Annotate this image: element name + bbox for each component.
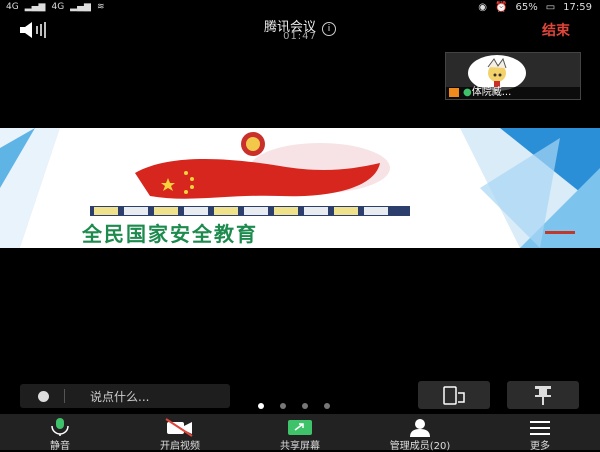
status-right: ◉ ⏰ 65% ▭ 17:59 [478,2,592,13]
signal-bars-icon: ▂▄▆ [70,2,91,12]
signal-2-label: 4G [51,2,65,12]
alarm-icon: ⏰ [495,2,508,13]
mute-button[interactable]: 静音 [5,414,115,452]
pin-icon [535,386,551,405]
page-dot[interactable] [280,403,286,409]
page-indicator [258,403,330,409]
more-icon [530,421,550,435]
meeting-timer: 01:47 [283,31,317,42]
meeting-header: 腾讯会议 i 01:47 结束 [0,16,600,44]
meeting-toolbar: 静音 开启视频 共享屏幕 管理成员(20) 更多 [0,414,600,452]
status-bar: 4G ▂▄▆ 4G ▂▄▆ ≋ ◉ ⏰ 65% ▭ 17:59 [0,0,600,16]
page-dot[interactable] [258,403,264,409]
status-signals: 4G ▂▄▆ 4G ▂▄▆ ≋ [6,2,104,12]
pin-button[interactable] [507,381,579,409]
microphone-icon [51,418,69,436]
chat-input-bar[interactable]: 说点什么... [20,384,230,408]
start-video-button[interactable]: 开启视频 [125,414,235,452]
battery-percent: 65% [515,2,538,13]
page-dot[interactable] [324,403,330,409]
screen-rotate-icon [443,386,465,405]
wifi-icon: ≋ [96,2,105,12]
battery-icon: ▭ [545,2,556,13]
share-screen-button[interactable]: 共享屏幕 [245,414,355,452]
cartoon-avatar-icon [470,56,524,90]
slide-slogan: 全民国家安全教育 [82,222,258,246]
manage-members-button[interactable]: 管理成员(20) [365,414,475,452]
end-meeting-button[interactable]: 结束 [542,20,570,40]
emblem-icon [241,132,265,156]
clock: 17:59 [563,2,592,13]
participant-avatar [468,55,526,91]
participant-video-thumbnail[interactable]: ●体院臧... [445,52,581,100]
presenter-icon [449,88,459,97]
chat-placeholder: 说点什么... [90,390,150,404]
signal-1-label: 4G [6,2,19,12]
divider [64,389,65,403]
share-screen-icon [288,420,312,435]
participant-name-bar: ●体院臧... [446,87,580,99]
members-icon [410,419,430,437]
more-button[interactable]: 更多 [485,414,595,452]
switch-view-button[interactable] [418,381,490,409]
video-off-icon [165,418,193,437]
emoji-icon[interactable] [38,391,49,402]
eye-icon: ◉ [478,2,488,13]
page-dot[interactable] [302,403,308,409]
mic-active-icon: ● [463,87,472,98]
signal-bars-icon: ▂▄▆ [24,2,46,12]
shield-row-icon [90,206,410,216]
participant-name: 体院臧... [471,87,512,98]
